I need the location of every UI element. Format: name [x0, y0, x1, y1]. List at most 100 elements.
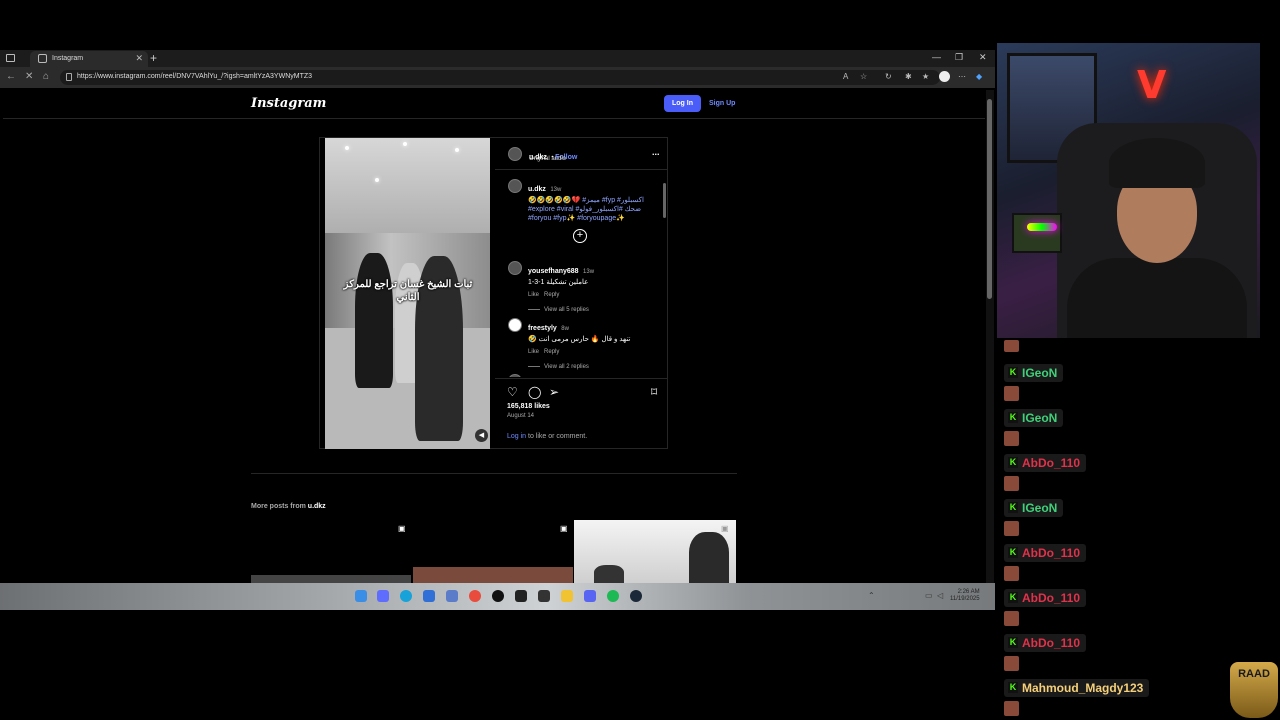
comment-user[interactable]: yousefhany688	[528, 268, 579, 275]
chevron-up-icon[interactable]: ⌃	[868, 591, 875, 600]
app-icon[interactable]	[492, 590, 504, 602]
comment-user[interactable]: freestyly	[528, 325, 557, 332]
tab-instagram[interactable]: Instagram ✕	[30, 51, 148, 67]
comment-icon[interactable]: ◯	[528, 385, 541, 399]
edge-icon[interactable]	[400, 590, 412, 602]
chat-username[interactable]: K IGeoN	[1004, 409, 1064, 427]
favorite-star-icon[interactable]: ☆	[860, 72, 867, 81]
chat-username-text: IGeoN	[1022, 501, 1058, 515]
post-thumbnail[interactable]: ▣	[251, 520, 411, 583]
network-icon[interactable]: ▭	[925, 591, 933, 600]
post-header: u.dkz • Follow Original audio ...	[495, 138, 668, 170]
post-thumbnail[interactable]: ▣	[413, 520, 573, 583]
chat-username[interactable]: K AbDo_110	[1004, 454, 1087, 472]
like-comment-button[interactable]: Like	[528, 292, 539, 298]
chat-username[interactable]: K IGeoN	[1004, 499, 1064, 517]
comments-scroll-thumb[interactable]	[663, 183, 666, 218]
clock-time: 2:26 AM	[957, 589, 980, 595]
chat-avatar	[1004, 521, 1019, 536]
comment-avatar[interactable]	[508, 374, 522, 377]
likes-count[interactable]: 165,818 likes	[507, 403, 550, 410]
app-icon[interactable]	[377, 590, 389, 602]
chat-username[interactable]: K AbDo_110	[1004, 634, 1087, 652]
app-icon[interactable]	[446, 590, 458, 602]
add-circle-icon[interactable]: +	[573, 229, 587, 243]
favorites-icon[interactable]: ★	[922, 72, 929, 81]
spotify-icon[interactable]	[607, 590, 619, 602]
url-text: https://www.instagram.com/reel/DNV7VAhlY…	[77, 73, 313, 80]
chat-username[interactable]: K AbDo_110	[1004, 544, 1087, 562]
reel-icon: ▣	[721, 524, 729, 533]
bookmark-icon[interactable]: ⌑	[651, 385, 657, 399]
heart-icon[interactable]: ♡	[507, 385, 518, 399]
login-prompt-link[interactable]: Log in	[507, 433, 526, 440]
comment-time: 13w	[583, 269, 595, 275]
chat-avatar	[1004, 476, 1019, 491]
minimize-button[interactable]: —	[932, 52, 941, 62]
thumbnail-person	[689, 532, 729, 583]
caption-avatar[interactable]	[508, 179, 522, 193]
like-comment-button[interactable]: Like	[528, 349, 539, 355]
chat-avatar	[1004, 431, 1019, 446]
chat-avatar	[1004, 340, 1019, 352]
author-avatar[interactable]	[508, 147, 522, 161]
steam-icon[interactable]	[630, 590, 642, 602]
copilot-icon[interactable]: ◆	[976, 72, 982, 81]
audio-label[interactable]: Original audio	[529, 156, 566, 162]
reply-button[interactable]: Reply	[544, 349, 559, 355]
site-info-icon[interactable]	[66, 73, 72, 81]
app-icon[interactable]	[423, 590, 435, 602]
clock-date: 11/19/2025	[950, 596, 980, 602]
comment-avatar[interactable]	[508, 318, 522, 332]
refresh-icon[interactable]: ↻	[885, 72, 892, 81]
comment-avatar[interactable]	[508, 261, 522, 275]
reel-video[interactable]: ثبات الشيخ غسان تراجع للمركز الثاني ◀	[325, 138, 490, 449]
file-explorer-icon[interactable]	[561, 590, 573, 602]
chat-username[interactable]: K IGeoN	[1004, 364, 1064, 382]
restore-button[interactable]: ❐	[955, 52, 963, 63]
extensions-icon[interactable]: ✱	[905, 72, 912, 81]
discord-icon[interactable]	[584, 590, 596, 602]
reel-icon: ▣	[560, 524, 568, 533]
close-tab-icon[interactable]: ✕	[135, 53, 143, 64]
read-aloud-icon[interactable]: A	[843, 72, 848, 81]
sound-toggle-button[interactable]: ◀	[475, 429, 488, 442]
ceiling-light	[345, 146, 349, 150]
chat-avatar	[1004, 701, 1019, 716]
instagram-logo[interactable]: Instagram	[251, 96, 326, 111]
section-divider	[251, 473, 737, 474]
app-icon[interactable]	[538, 590, 550, 602]
view-replies-button[interactable]: View all 5 replies	[528, 307, 658, 313]
caption-user[interactable]: u.dkz	[528, 186, 546, 193]
share-icon[interactable]: ➢	[549, 385, 559, 399]
reply-button[interactable]: Reply	[544, 292, 559, 298]
home-icon[interactable]: ⌂	[43, 71, 49, 82]
address-bar[interactable]: https://www.instagram.com/reel/DNV7VAhlY…	[60, 70, 940, 85]
signup-link[interactable]: Sign Up	[709, 100, 735, 107]
chat-username-text: AbDo_110	[1022, 591, 1081, 605]
view-replies-button[interactable]: View all 2 replies	[528, 364, 658, 370]
start-icon[interactable]	[355, 590, 367, 602]
clock[interactable]: 2:26 AM 11/19/2025	[950, 589, 980, 603]
post-thumbnail[interactable]: ▣	[574, 520, 736, 583]
ceiling-light	[403, 142, 407, 146]
tab-actions-icon[interactable]	[6, 54, 15, 62]
more-posts-user[interactable]: u.dkz	[308, 503, 326, 510]
new-tab-button[interactable]: +	[150, 51, 157, 65]
chrome-icon[interactable]	[469, 590, 481, 602]
chat-username[interactable]: K AbDo_110	[1004, 589, 1087, 607]
tab-title: Instagram	[52, 55, 84, 62]
kick-badge-icon: K	[1008, 637, 1018, 648]
close-window-button[interactable]: ✕	[979, 52, 987, 63]
app-icon[interactable]	[515, 590, 527, 602]
volume-icon[interactable]: ◁	[937, 591, 943, 600]
more-menu-icon[interactable]: ⋯	[958, 72, 966, 81]
chat-username[interactable]: K Mahmoud_Magdy123	[1004, 679, 1150, 697]
kick-badge-icon: K	[1008, 412, 1018, 423]
profile-avatar[interactable]	[939, 71, 950, 82]
more-options-icon[interactable]: ...	[652, 147, 660, 157]
page-scroll-thumb[interactable]	[987, 99, 992, 299]
stop-loading-icon[interactable]: ✕	[25, 71, 33, 82]
login-button[interactable]: Log In	[664, 95, 701, 112]
back-icon[interactable]: ←	[6, 71, 16, 82]
